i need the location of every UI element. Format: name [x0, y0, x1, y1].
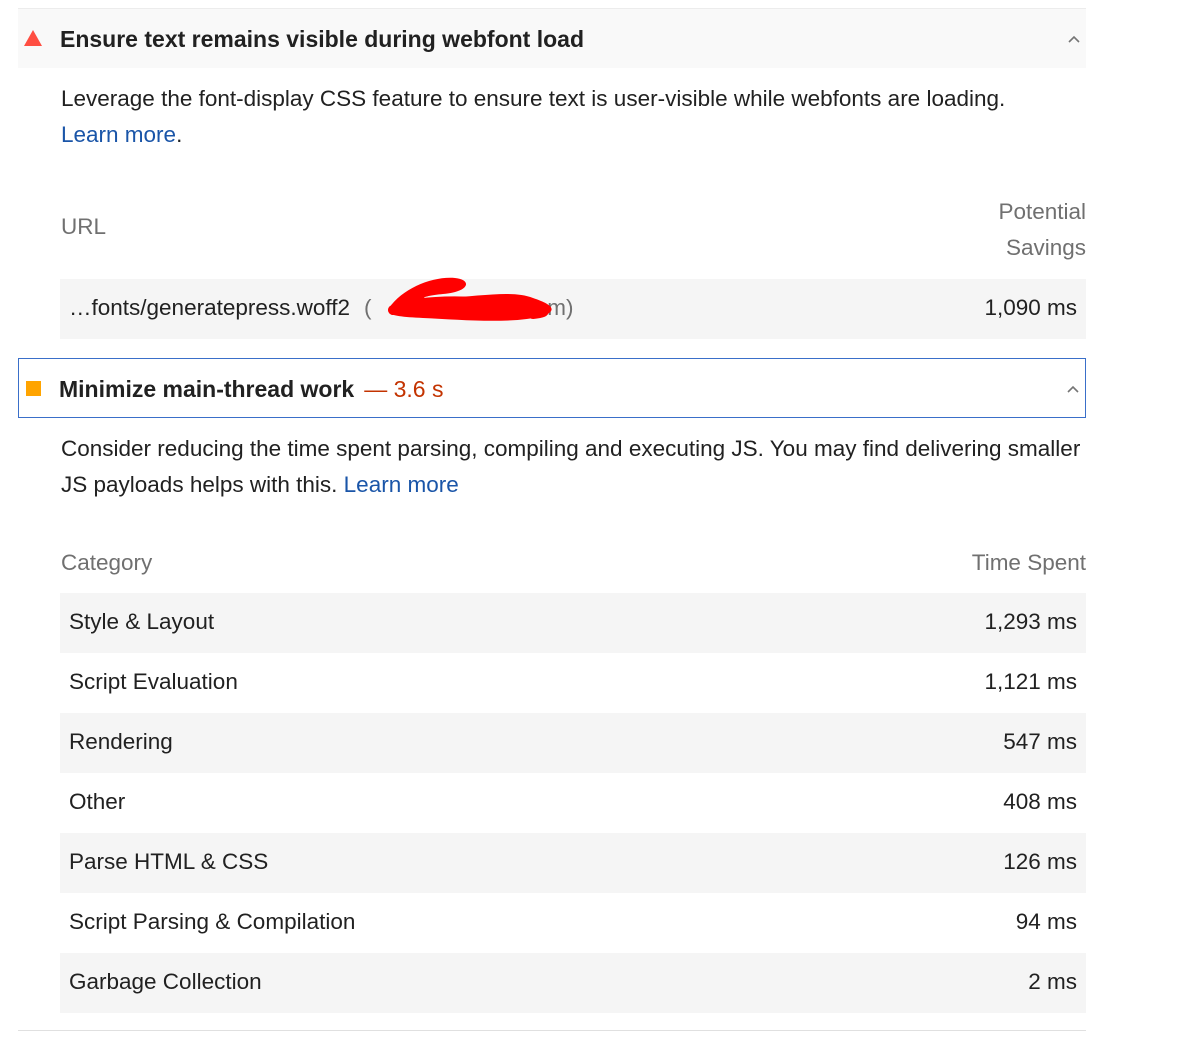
description-text: Consider reducing the time spent parsing… [61, 436, 1081, 497]
time-spent-value: 1,293 ms [984, 609, 1077, 634]
savings-value: 1,090 ms [984, 295, 1077, 320]
time-spent-value: 547 ms [1003, 729, 1077, 754]
audit-header-main-thread-work[interactable]: Minimize main-thread work — 3.6 s [18, 358, 1086, 418]
display-value: — 3.6 s [364, 376, 444, 402]
table-row: Garbage Collection 2 ms [60, 953, 1086, 1013]
table-row: Script Evaluation 1,121 ms [60, 653, 1086, 713]
learn-more-link[interactable]: Learn more [344, 472, 459, 497]
time-spent-value: 2 ms [1028, 969, 1077, 994]
chevron-up-icon[interactable] [1066, 31, 1082, 47]
audit-title: Minimize main-thread work — 3.6 s [59, 376, 443, 403]
url-text: …fonts/generatepress.woff2 [69, 295, 350, 320]
audit-title-text: Minimize main-thread work [59, 376, 355, 402]
table-row: …fonts/generatepress.woff2(com) 1,090 ms [60, 279, 1086, 339]
fail-triangle-icon [24, 30, 42, 46]
table-row: Style & Layout 1,293 ms [60, 593, 1086, 653]
column-header-time-spent: Time Spent [971, 550, 1086, 575]
time-spent-value: 1,121 ms [984, 669, 1077, 694]
time-spent-value: 408 ms [1003, 789, 1077, 814]
column-header-potential-savings: Potential Savings [998, 199, 1086, 260]
column-header-category: Category [61, 550, 153, 575]
category-label: Garbage Collection [69, 969, 262, 994]
audit-header-font-display[interactable]: Ensure text remains visible during webfo… [18, 8, 1086, 68]
category-label: Other [69, 789, 126, 814]
table-row: Rendering 547 ms [60, 713, 1086, 773]
table-header: Category Time Spent [61, 545, 1086, 581]
learn-more-link[interactable]: Learn more [61, 122, 176, 147]
category-label: Style & Layout [69, 609, 215, 634]
time-spent-value: 94 ms [1015, 909, 1077, 934]
category-label: Script Parsing & Compilation [69, 909, 356, 934]
audit-title: Ensure text remains visible during webfo… [60, 26, 584, 52]
average-square-icon [26, 381, 41, 396]
table-row: Other 408 ms [60, 773, 1086, 833]
category-label: Parse HTML & CSS [69, 849, 269, 874]
audit-description: Leverage the font-display CSS feature to… [61, 81, 1081, 153]
description-text: Leverage the font-display CSS feature to… [61, 86, 1006, 111]
url-host-open: ( [364, 295, 372, 320]
table-row: Script Parsing & Compilation 94 ms [60, 893, 1086, 953]
chevron-up-icon[interactable] [1065, 381, 1081, 397]
category-label: Rendering [69, 729, 173, 754]
column-header-url: URL [61, 214, 107, 239]
redaction-scribble [388, 277, 552, 321]
category-label: Script Evaluation [69, 669, 238, 694]
table-header: URL Potential Savings [61, 194, 1086, 270]
table-row: Parse HTML & CSS 126 ms [60, 833, 1086, 893]
divider [18, 1030, 1086, 1031]
learn-more-suffix: . [176, 122, 183, 147]
time-spent-value: 126 ms [1003, 849, 1077, 874]
lighthouse-audits-panel: Ensure text remains visible during webfo… [0, 0, 1181, 1037]
audit-description: Consider reducing the time spent parsing… [61, 431, 1081, 503]
